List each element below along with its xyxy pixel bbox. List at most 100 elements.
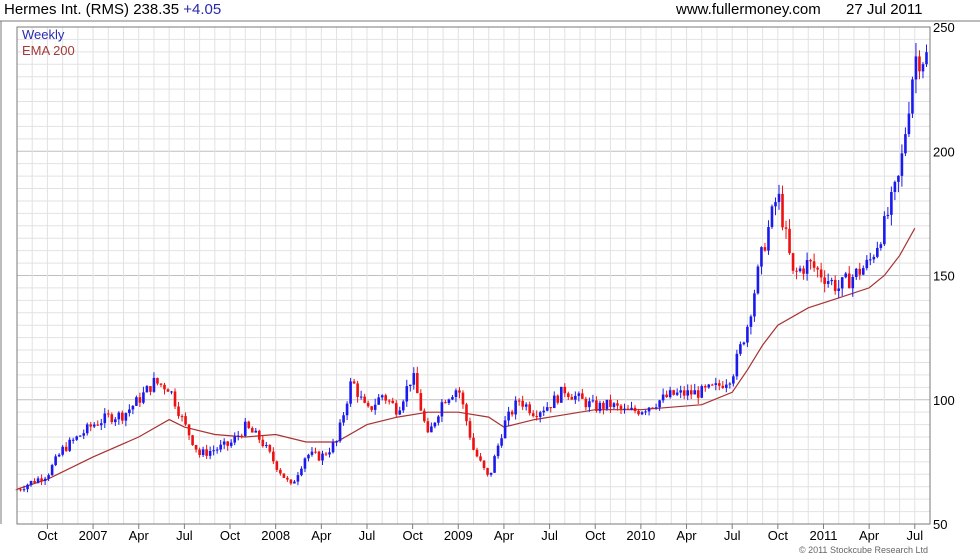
candle-body [300,468,303,476]
candle-body [479,456,482,461]
y-tick-label: 150 [933,269,955,284]
candle-body [352,381,356,384]
candle-body [581,393,584,399]
candle-body [493,456,496,473]
candle-body [36,478,40,483]
candle-body [830,279,833,282]
candle-body [170,391,173,393]
candle-body [925,52,928,65]
x-tick-label: 2007 [79,528,108,543]
candle-body [89,424,93,427]
candle-body [489,472,493,475]
candle-body [219,444,222,450]
candle-body [43,478,47,482]
candle-body [40,478,43,482]
candle-body [121,412,124,421]
x-tick-label: Oct [37,528,58,543]
copyright-notice: © 2011 Stockcube Research Ltd [798,545,928,555]
candle-body [187,424,191,436]
candle-body [651,407,654,409]
candle-body [458,390,461,393]
x-tick-label: Apr [129,528,150,543]
candle-body [163,384,166,390]
candle-body [451,397,454,400]
candle-body [637,411,640,415]
candle-body [335,441,338,443]
candle-body [99,423,103,426]
y-tick-label: 50 [933,517,947,532]
candle-body [538,412,542,417]
candle-body [545,407,549,411]
candle-body [591,400,595,402]
candle-body [858,268,862,275]
candle-body [247,421,251,429]
candle-body [377,397,380,405]
candle-body [279,469,282,474]
candle-body [338,422,342,442]
candle-body [686,390,690,396]
candle-body [668,390,672,398]
candle-body [124,413,128,421]
candle-body [893,181,897,192]
candle-body [556,395,560,403]
candle-body [654,407,658,409]
candle-body [131,405,135,410]
candle-body [440,402,444,417]
candle-body [71,439,75,441]
candle-body [461,392,465,405]
candle-body [401,401,405,411]
candle-body [563,386,567,394]
candle-body [735,353,739,377]
candle-body [145,386,149,393]
candle-body [644,411,647,413]
candle-body [728,383,732,385]
candle-body [633,407,637,412]
x-tick-label: Oct [585,528,606,543]
candle-body [700,386,704,398]
y-tick-label: 100 [933,393,955,408]
candle-body [345,403,349,416]
candle-body [528,404,531,414]
candle-body [47,475,50,479]
candle-body [222,441,226,445]
x-tick-label: Jul [541,528,558,543]
candle-body [275,461,279,470]
candle-body [559,386,563,403]
candle-body [475,449,479,457]
candle-body [359,396,363,398]
candle-body [746,326,749,343]
candle-body [366,402,370,407]
candle-body [542,410,546,413]
candle-body [531,413,535,417]
candle-body [293,481,296,484]
candle-body [243,421,247,436]
candle-body [749,316,753,327]
candle-body [85,424,89,434]
candle-body [574,395,577,400]
candle-body [883,216,886,245]
candle-body [373,404,377,410]
candle-body [324,453,328,455]
candle-body [142,392,145,403]
candle-body [257,430,261,440]
candle-body [356,383,359,397]
candle-body [398,410,402,415]
candle-body [191,435,194,445]
candle-body [507,411,510,421]
candle-body [616,403,619,406]
candle-body [198,449,201,456]
candle-body [833,279,837,292]
candle-body [577,393,581,396]
candle-body [177,406,180,417]
candle-body [208,450,212,456]
candle-body [847,273,851,289]
x-tick-label: Jul [906,528,923,543]
candle-body [419,393,423,411]
candle-body [135,397,138,406]
candle-body [405,386,409,402]
x-tick-label: Apr [676,528,697,543]
candle-body [567,393,570,397]
candle-body [180,416,184,418]
candle-body [826,281,830,284]
candle-body [918,56,921,72]
